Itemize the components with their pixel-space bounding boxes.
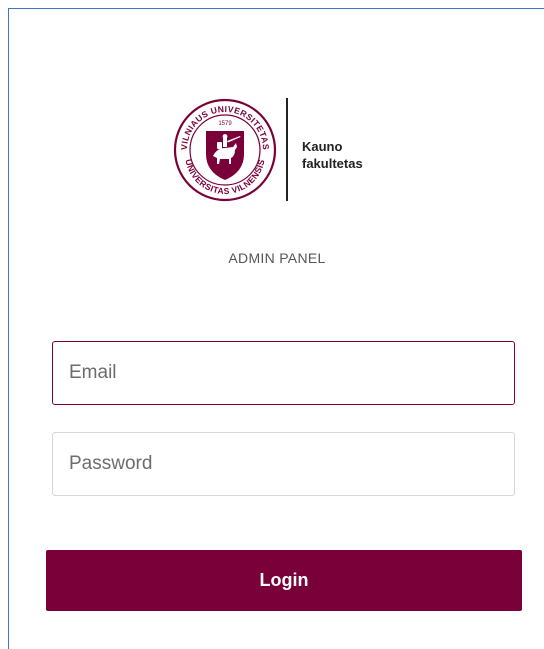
password-input[interactable]: [52, 432, 515, 496]
faculty-line-2: fakultetas: [302, 156, 363, 171]
email-input[interactable]: [52, 341, 515, 405]
login-card: VILNIAUS UNIVERSITETAS UNIVERSITAS VILNE…: [8, 8, 544, 649]
faculty-line-1: Kauno: [302, 139, 343, 154]
login-button[interactable]: Login: [46, 550, 522, 611]
seal-year: 1579: [218, 121, 232, 127]
university-logo: VILNIAUS UNIVERSITETAS UNIVERSITAS VILNE…: [173, 98, 393, 210]
logo-divider: [286, 98, 288, 201]
faculty-name: Kauno fakultetas: [302, 138, 363, 172]
page-title: ADMIN PANEL: [228, 250, 326, 266]
university-seal-icon: VILNIAUS UNIVERSITETAS UNIVERSITAS VILNE…: [173, 98, 277, 202]
